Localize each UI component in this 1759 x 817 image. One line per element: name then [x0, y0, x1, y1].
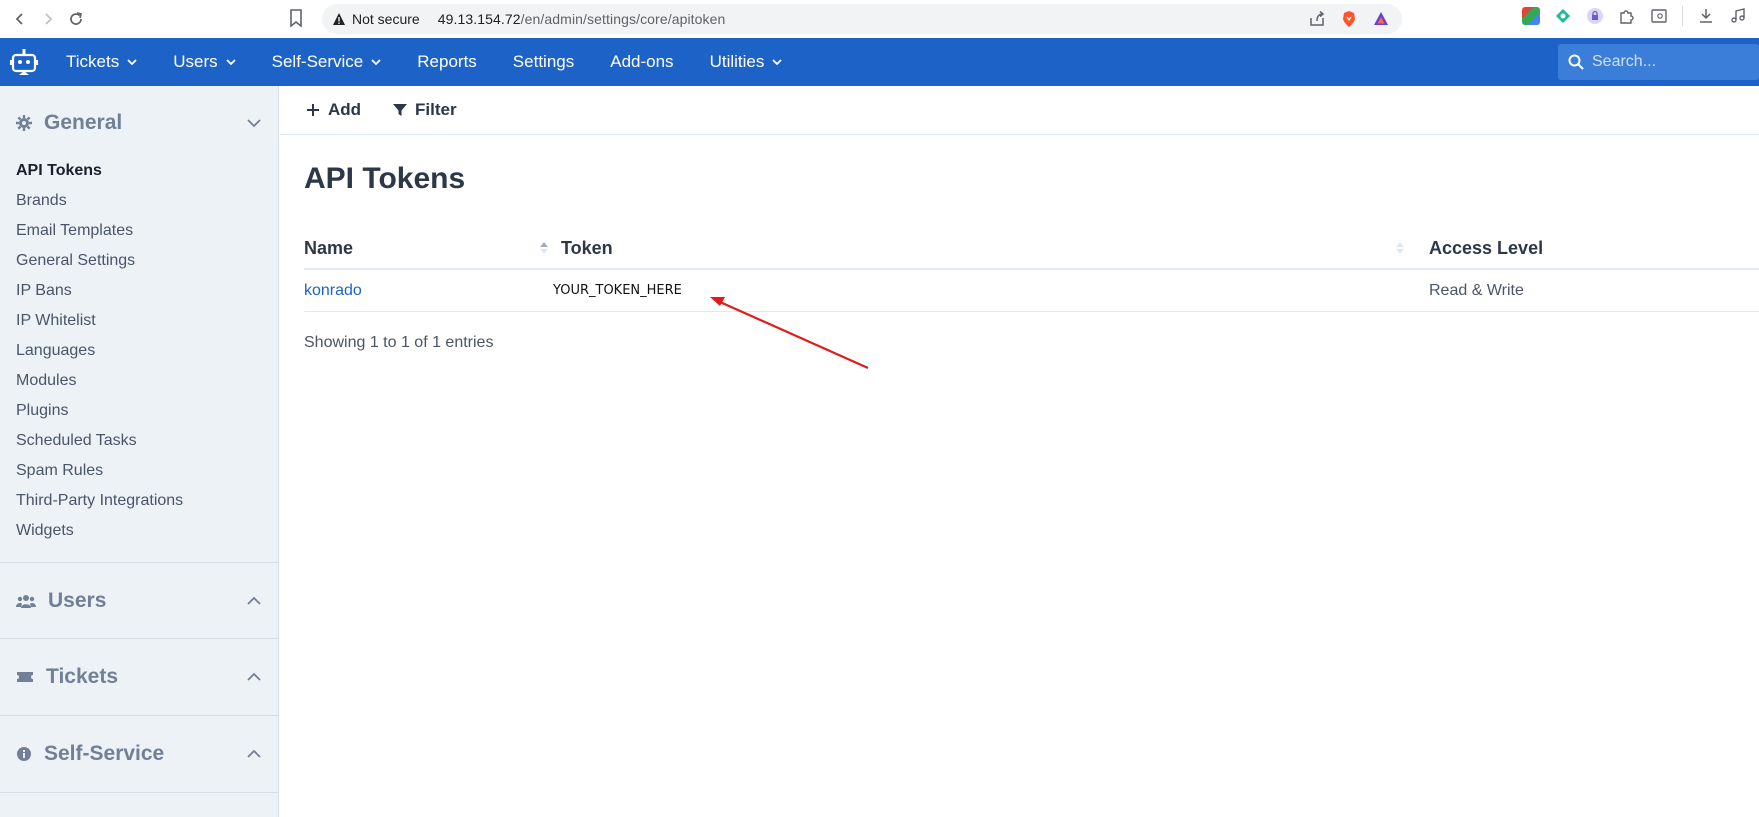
users-icon	[16, 594, 36, 608]
chevron-down-icon[interactable]	[246, 115, 262, 131]
sidebar-item-widgets[interactable]: Widgets	[0, 516, 278, 546]
warning-icon	[333, 13, 345, 25]
sidebar-section-title: General	[44, 111, 123, 134]
sidebar-item-modules[interactable]: Modules	[0, 366, 278, 396]
table-header: Name Token Access Level	[304, 228, 1759, 270]
sidebar-section-title: Tickets	[46, 665, 118, 688]
security-label: Not secure	[352, 11, 420, 27]
sidebar-item-spam-rules[interactable]: Spam Rules	[0, 456, 278, 486]
sidebar-item-scheduled-tasks[interactable]: Scheduled Tasks	[0, 426, 278, 456]
chevron-down-icon	[371, 59, 381, 66]
share-icon[interactable]	[1308, 10, 1326, 28]
add-button[interactable]: Add	[306, 100, 361, 120]
sidebar-item-brands[interactable]: Brands	[0, 186, 278, 216]
media-icon[interactable]	[1729, 7, 1747, 25]
nav-settings[interactable]: Settings	[495, 38, 592, 86]
bookmark-icon[interactable]	[288, 8, 308, 30]
sidebar-section-tickets[interactable]: Tickets	[0, 639, 278, 715]
sidebar-section-title: Users	[48, 588, 107, 612]
global-search[interactable]	[1558, 44, 1759, 80]
sidebar-section-users[interactable]: Users	[0, 563, 278, 638]
nav-reports[interactable]: Reports	[399, 38, 495, 86]
page-toolbar: Add Filter	[280, 86, 1759, 135]
url-text: 49.13.154.72/en/admin/settings/core/apit…	[437, 11, 726, 27]
sidebar-item-general-settings[interactable]: General Settings	[0, 246, 278, 276]
reload-icon[interactable]	[62, 5, 90, 33]
chevron-down-icon	[772, 59, 782, 66]
extension-lock-icon[interactable]	[1586, 7, 1604, 25]
sidebar-item-email-templates[interactable]: Email Templates	[0, 216, 278, 246]
chevron-down-icon	[127, 59, 137, 66]
table-row: konrado YOUR_TOKEN_HERE Read & Write	[304, 270, 1759, 312]
sidebar-item-third-party-integrations[interactable]: Third-Party Integrations	[0, 486, 278, 516]
nav-tickets[interactable]: Tickets	[48, 38, 155, 86]
chevron-down-icon	[225, 59, 236, 66]
address-bar[interactable]: Not secure 49.13.154.72/en/admin/setting…	[322, 4, 1402, 34]
access-level-value: Read & Write	[1429, 281, 1524, 299]
sidebar-item-plugins[interactable]: Plugins	[0, 396, 278, 426]
chevron-up-icon[interactable]	[246, 593, 262, 609]
api-tokens-table: Name Token Access Level konrado YOUR_TOK…	[304, 228, 1759, 312]
sidebar-item-ip-whitelist[interactable]: IP Whitelist	[0, 306, 278, 336]
info-icon	[17, 747, 31, 761]
extension-pie-icon[interactable]	[1522, 7, 1540, 25]
top-navigation: Tickets Users Self-Service Reports Setti…	[0, 38, 1759, 86]
sidebar-section-self-service[interactable]: Self-Service	[0, 716, 278, 792]
brave-rewards-icon[interactable]	[1372, 10, 1390, 28]
search-icon	[1568, 54, 1584, 70]
forward-icon[interactable]	[34, 5, 62, 33]
column-header-token[interactable]: Token	[561, 238, 1409, 259]
column-header-access-level[interactable]: Access Level	[1409, 238, 1759, 259]
extension-diamond-icon[interactable]	[1554, 7, 1572, 25]
filter-button[interactable]: Filter	[393, 100, 457, 120]
nav-add-ons[interactable]: Add-ons	[592, 38, 691, 86]
browser-toolbar: Not secure 49.13.154.72/en/admin/setting…	[0, 0, 1759, 38]
nav-users[interactable]: Users	[155, 38, 253, 86]
chevron-up-icon[interactable]	[246, 669, 262, 685]
table-info: Showing 1 to 1 of 1 entries	[304, 334, 494, 351]
ticket-icon	[17, 672, 33, 682]
page-title: API Tokens	[304, 162, 466, 195]
toolbar-divider	[1682, 6, 1683, 26]
brave-shield-icon[interactable]	[1340, 10, 1358, 28]
sidebar-section-general[interactable]: General	[0, 98, 278, 148]
nav-self-service[interactable]: Self-Service	[254, 38, 400, 86]
extensions-puzzle-icon[interactable]	[1618, 7, 1636, 25]
gear-icon	[16, 115, 32, 131]
filter-icon	[393, 104, 408, 116]
nav-utilities[interactable]: Utilities	[692, 38, 801, 86]
back-icon[interactable]	[6, 5, 34, 33]
sidebar-panel-icon[interactable]	[1650, 7, 1668, 25]
sidebar-section-title: Self-Service	[44, 742, 165, 765]
sidebar-item-ip-bans[interactable]: IP Bans	[0, 276, 278, 306]
sort-icon[interactable]	[539, 241, 549, 255]
app-logo[interactable]	[0, 38, 48, 86]
token-value: YOUR_TOKEN_HERE	[553, 283, 682, 298]
chevron-up-icon[interactable]	[246, 746, 262, 762]
sidebar-divider	[0, 792, 278, 793]
plus-icon	[307, 104, 319, 116]
main-content: Add Filter API Tokens Name Token Access …	[280, 86, 1759, 817]
download-icon[interactable]	[1697, 7, 1715, 25]
sidebar-general-list: API Tokens Brands Email Templates Genera…	[0, 148, 278, 546]
token-name-link[interactable]: konrado	[304, 282, 362, 300]
sort-icon[interactable]	[1395, 241, 1405, 255]
search-input[interactable]	[1592, 53, 1752, 71]
sidebar-item-languages[interactable]: Languages	[0, 336, 278, 366]
settings-sidebar: General API Tokens Brands Email Template…	[0, 86, 279, 817]
sidebar-item-api-tokens[interactable]: API Tokens	[0, 156, 278, 186]
column-header-name[interactable]: Name	[304, 238, 561, 259]
